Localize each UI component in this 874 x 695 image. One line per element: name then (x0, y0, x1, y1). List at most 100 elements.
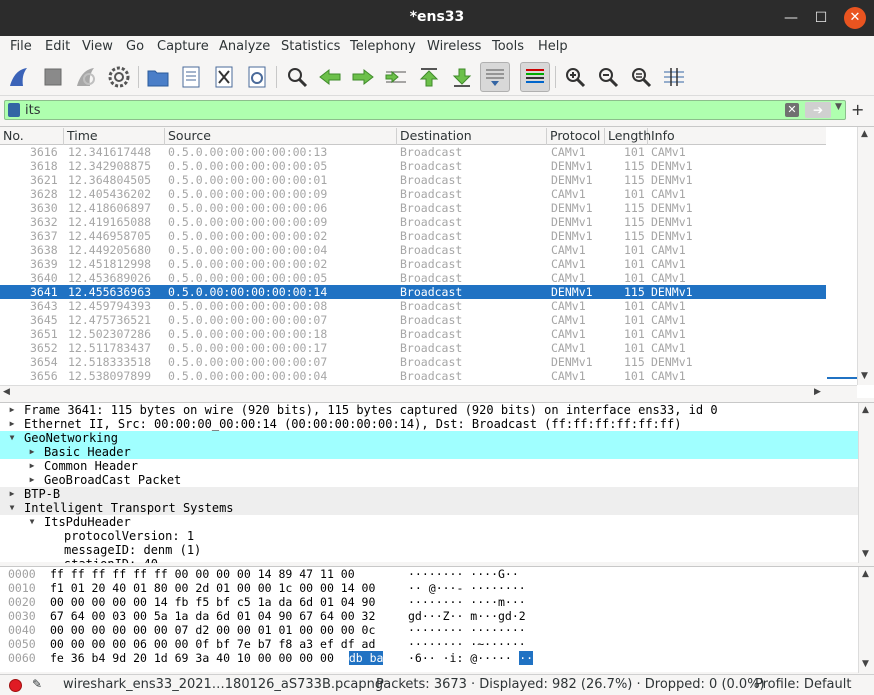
hex-bytes[interactable]: 00 00 00 00 00 00 07 d2 00 00 01 01 00 0… (50, 623, 375, 637)
table-row[interactable]: 3641 12.455636963 0.5.0.00:00:00:00:00:14 B… (0, 285, 826, 299)
menu-analyze[interactable]: Analyze (219, 39, 270, 54)
filter-history-dropdown-icon[interactable]: ▼ (835, 102, 842, 112)
colorize-icon[interactable] (520, 62, 550, 92)
tree-item[interactable]: ▶ Ethernet II, Src: 00:00:00_00:00:14 (00… (0, 417, 858, 431)
ascii-bytes[interactable]: ········ ····m··· (408, 595, 526, 609)
menu-telephony[interactable]: Telephony (350, 39, 416, 54)
zoom-out-icon[interactable] (593, 62, 623, 92)
ascii-bytes[interactable]: gd···Z·· m···gd·2 (408, 609, 526, 623)
status-file-name[interactable]: wireshark_ens33_2021…180126_aS733B.pcapn… (63, 677, 383, 692)
add-filter-button-icon[interactable]: + (851, 100, 864, 119)
hex-bytes[interactable]: ff ff ff ff ff ff 00 00 00 00 14 89 47 1… (50, 567, 355, 581)
col-header-info[interactable]: Info (648, 128, 826, 145)
menu-help[interactable]: Help (538, 39, 568, 54)
hex-bytes[interactable]: fe 36 b4 9d 20 1d 69 3a 40 10 00 00 00 0… (50, 651, 334, 665)
expanded-triangle-icon[interactable]: ▼ (26, 515, 38, 529)
stop-square-icon[interactable] (38, 62, 68, 92)
arrow-left-icon[interactable] (315, 62, 345, 92)
hex-bytes-selected[interactable]: db ba (348, 651, 384, 665)
tree-item[interactable]: ▶ Frame 3641: 115 bytes on wire (920 bits… (0, 403, 858, 417)
menu-view[interactable]: View (82, 39, 113, 54)
table-row[interactable]: 3638 12.449205680 0.5.0.00:00:00:00:00:04 B… (0, 243, 826, 257)
shark-fin-start-icon[interactable] (4, 62, 34, 92)
menu-statistics[interactable]: Statistics (281, 39, 340, 54)
table-row[interactable]: 3643 12.459794393 0.5.0.00:00:00:00:00:08 B… (0, 299, 826, 313)
bookmark-icon[interactable] (8, 103, 20, 117)
autoscroll-icon[interactable] (480, 62, 510, 92)
table-row[interactable]: 3654 12.518333518 0.5.0.00:00:00:00:00:07 B… (0, 355, 826, 369)
table-row[interactable]: 3651 12.502307286 0.5.0.00:00:00:00:00:18 B… (0, 327, 826, 341)
zoom-normal-icon[interactable] (626, 62, 656, 92)
search-icon[interactable] (282, 62, 312, 92)
tree-item[interactable]: ▼ GeoNetworking (0, 431, 858, 445)
hex-bytes[interactable]: f1 01 20 40 01 80 00 2d 01 00 00 1c 00 0… (50, 581, 375, 595)
table-row[interactable]: 3630 12.418606897 0.5.0.00:00:00:00:00:06 B… (0, 201, 826, 215)
menu-wireless[interactable]: Wireless (427, 39, 481, 54)
expanded-triangle-icon[interactable]: ▼ (6, 501, 18, 515)
scroll-up-icon[interactable]: ▲ (862, 405, 869, 415)
collapsed-triangle-icon[interactable]: ▶ (6, 487, 18, 501)
packet-minimap[interactable] (827, 127, 857, 385)
table-row[interactable]: 3616 12.341617448 0.5.0.00:00:00:00:00:13 B… (0, 145, 826, 159)
menu-capture[interactable]: Capture (157, 39, 209, 54)
display-filter-input[interactable] (25, 102, 765, 118)
menu-file[interactable]: File (10, 39, 32, 54)
menu-go[interactable]: Go (126, 39, 144, 54)
bytes-vscrollbar[interactable]: ▲ ▼ (858, 567, 874, 673)
ascii-bytes[interactable]: ········ ········ (408, 623, 526, 637)
expanded-triangle-icon[interactable]: ▼ (6, 431, 18, 445)
go-to-packet-icon[interactable] (381, 62, 411, 92)
table-row[interactable]: 3639 12.451812998 0.5.0.00:00:00:00:00:02 B… (0, 257, 826, 271)
shark-fin-restart-icon[interactable] (71, 62, 101, 92)
table-row[interactable]: 3637 12.446958705 0.5.0.00:00:00:00:00:02 B… (0, 229, 826, 243)
table-row[interactable]: 3640 12.453689026 0.5.0.00:00:00:00:00:05 B… (0, 271, 826, 285)
ascii-bytes[interactable]: ·· @···- ········ (408, 581, 526, 595)
tree-item[interactable]: protocolVersion: 1 (0, 529, 858, 543)
scroll-up-icon[interactable]: ▲ (861, 129, 868, 139)
tree-item[interactable]: stationID: 40 (0, 557, 858, 563)
minimize-icon[interactable]: — (780, 7, 802, 29)
col-header-time[interactable]: Time (64, 128, 165, 145)
hex-bytes[interactable]: 00 00 00 00 00 14 fb f5 bf c5 1a da 6d 0… (50, 595, 375, 609)
zoom-in-icon[interactable] (560, 62, 590, 92)
table-row[interactable]: 3621 12.364804505 0.5.0.00:00:00:00:00:01 B… (0, 173, 826, 187)
resize-columns-icon[interactable] (659, 62, 689, 92)
table-row[interactable]: 3645 12.475736521 0.5.0.00:00:00:00:00:07 B… (0, 313, 826, 327)
scroll-left-icon[interactable]: ◀ (3, 387, 10, 397)
col-header-no[interactable]: No. (0, 128, 64, 145)
tree-item[interactable]: ▼ ItsPduHeader (0, 515, 858, 529)
close-window-icon[interactable]: ✕ (844, 7, 866, 29)
table-row[interactable]: 3652 12.511783437 0.5.0.00:00:00:00:00:17 B… (0, 341, 826, 355)
collapsed-triangle-icon[interactable]: ▶ (6, 403, 18, 417)
open-folder-icon[interactable] (143, 62, 173, 92)
tree-item[interactable]: ▼ Intelligent Transport Systems (0, 501, 858, 515)
clear-filter-icon[interactable]: ✕ (785, 103, 799, 117)
file-save-icon[interactable] (176, 62, 206, 92)
tree-item[interactable]: ▶ Basic Header (0, 445, 858, 459)
scroll-down-icon[interactable]: ▼ (861, 371, 868, 381)
table-row[interactable]: 3632 12.419165088 0.5.0.00:00:00:00:00:09 B… (0, 215, 826, 229)
last-packet-icon[interactable] (447, 62, 477, 92)
scroll-right-icon[interactable]: ▶ (814, 387, 821, 397)
tree-item[interactable]: ▶ BTP-B (0, 487, 858, 501)
packet-list-vscrollbar[interactable]: ▲ ▼ (857, 127, 874, 385)
col-header-protocol[interactable]: Protocol (547, 128, 605, 145)
status-profile[interactable]: Profile: Default (755, 677, 851, 692)
apply-filter-arrow-icon[interactable]: ➔ (805, 102, 831, 118)
scroll-up-icon[interactable]: ▲ (862, 569, 869, 579)
gear-options-icon[interactable] (104, 62, 134, 92)
hex-bytes[interactable]: 00 00 00 00 06 00 00 0f bf 7e b7 f8 a3 e… (50, 637, 375, 651)
details-vscrollbar[interactable]: ▲ ▼ (858, 403, 874, 563)
table-row[interactable]: 3618 12.342908875 0.5.0.00:00:00:00:00:05 B… (0, 159, 826, 173)
tree-item[interactable]: ▶ GeoBroadCast Packet (0, 473, 858, 487)
tree-item[interactable]: messageID: denm (1) (0, 543, 858, 557)
collapsed-triangle-icon[interactable]: ▶ (26, 473, 38, 487)
ascii-bytes[interactable]: ·6·· ·i: @····· (408, 651, 512, 665)
packet-list-hscrollbar[interactable]: ◀ ▶ (0, 385, 857, 399)
close-file-icon[interactable] (209, 62, 239, 92)
ascii-bytes-selected[interactable]: ·· (519, 651, 534, 665)
reload-icon[interactable] (242, 62, 272, 92)
collapsed-triangle-icon[interactable]: ▶ (26, 445, 38, 459)
tree-item[interactable]: ▶ Common Header (0, 459, 858, 473)
scroll-down-icon[interactable]: ▼ (862, 549, 869, 559)
